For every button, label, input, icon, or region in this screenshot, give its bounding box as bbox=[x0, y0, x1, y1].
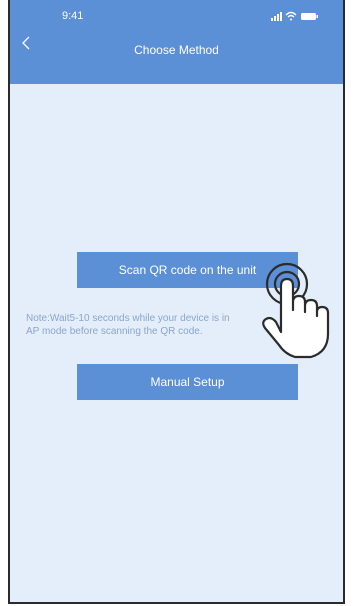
status-time: 9:41 bbox=[62, 10, 84, 22]
app-header: 9:41 Choose Method bbox=[10, 0, 343, 84]
wifi-icon bbox=[285, 11, 297, 21]
signal-icon bbox=[271, 12, 282, 21]
battery-icon bbox=[301, 13, 318, 20]
tap-hand-icon bbox=[262, 262, 330, 359]
manual-setup-button-label: Manual Setup bbox=[150, 375, 225, 389]
status-icons bbox=[271, 11, 318, 21]
scan-qr-button-label: Scan QR code on the unit bbox=[118, 263, 257, 277]
manual-setup-button[interactable]: Manual Setup bbox=[77, 364, 298, 400]
page-title: Choose Method bbox=[134, 43, 219, 57]
